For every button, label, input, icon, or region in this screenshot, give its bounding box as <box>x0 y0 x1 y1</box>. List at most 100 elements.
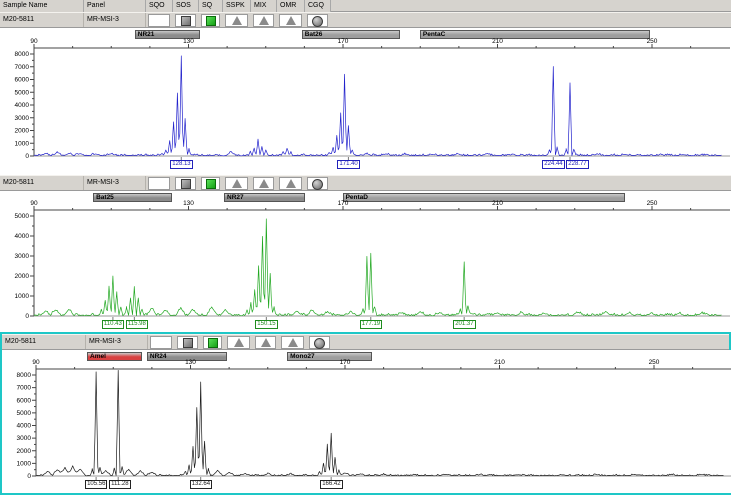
panel-cell[interactable]: MR-MSI-3 <box>86 335 148 349</box>
flag-omr[interactable] <box>279 14 302 27</box>
column-header-panel[interactable]: Panel <box>84 0 146 12</box>
svg-text:90: 90 <box>32 359 40 366</box>
sample-rows-container: M20-5811 MR-MSI-3 NR21 Bat26 PentaC 90 130 17… <box>0 12 731 495</box>
svg-text:2000: 2000 <box>15 273 30 280</box>
flag-mix[interactable] <box>255 336 276 349</box>
sos-flag-icon <box>182 338 193 348</box>
panel-cell[interactable]: MR-MSI-3 <box>84 13 146 27</box>
peak-size-label[interactable]: 111.28 <box>109 480 131 489</box>
flag-sos[interactable] <box>175 177 196 190</box>
peak-size-label[interactable]: 128.13 <box>170 160 193 169</box>
sample-name-cell[interactable]: M20-5811 <box>0 13 84 27</box>
column-header-omr[interactable]: OMR <box>277 0 305 12</box>
sample-name-cell[interactable]: M20-5811 <box>0 176 84 190</box>
column-header-mix[interactable]: MIX <box>251 0 277 12</box>
svg-text:3000: 3000 <box>15 253 30 260</box>
column-header-cgq[interactable]: CGQ <box>305 0 331 12</box>
peak-size-label[interactable]: 224.44 <box>542 160 565 169</box>
flag-sspk[interactable] <box>225 14 248 27</box>
sample-name-cell[interactable]: M20-5811 <box>2 335 86 349</box>
svg-text:0: 0 <box>25 153 29 160</box>
flag-sos[interactable] <box>177 336 198 349</box>
flag-sqo[interactable] <box>148 14 170 27</box>
flag-sq[interactable] <box>201 177 220 190</box>
flag-sq[interactable] <box>201 14 220 27</box>
flag-mix[interactable] <box>253 14 274 27</box>
panel-name: MR-MSI-3 <box>87 179 119 186</box>
flag-sspk[interactable] <box>227 336 250 349</box>
svg-text:130: 130 <box>183 38 194 45</box>
cgq-flag-icon <box>312 16 323 27</box>
svg-text:130: 130 <box>183 200 194 207</box>
svg-text:0: 0 <box>27 473 31 480</box>
sample-row[interactable]: M20-5811 MR-MSI-3 <box>0 12 731 28</box>
svg-text:250: 250 <box>649 359 660 366</box>
sample-name: M20-5811 <box>3 16 35 23</box>
svg-text:8000: 8000 <box>15 51 30 58</box>
svg-text:5000: 5000 <box>15 213 30 220</box>
flag-sqo[interactable] <box>148 177 170 190</box>
flag-sspk[interactable] <box>225 177 248 190</box>
flag-omr[interactable] <box>279 177 302 190</box>
peak-size-label[interactable]: 171.40 <box>337 160 360 169</box>
flag-omr[interactable] <box>281 336 304 349</box>
peak-size-label[interactable]: 201.37 <box>453 320 476 329</box>
svg-text:90: 90 <box>30 200 38 207</box>
svg-text:90: 90 <box>30 38 38 45</box>
svg-text:8000: 8000 <box>17 372 32 379</box>
peak-size-label[interactable]: 228.77 <box>566 160 589 169</box>
column-header-sample-name[interactable]: Sample Name <box>0 0 84 12</box>
svg-text:5000: 5000 <box>17 410 32 417</box>
sos-flag-icon <box>180 179 191 189</box>
flag-cgq[interactable] <box>307 177 328 190</box>
mix-flag-icon <box>260 338 271 347</box>
flag-sqo[interactable] <box>150 336 172 349</box>
svg-text:1000: 1000 <box>17 460 32 467</box>
sample-row[interactable]: M20-5811 MR-MSI-3 <box>0 175 731 191</box>
sq-flag-icon <box>205 179 216 189</box>
panel-name: MR-MSI-3 <box>89 338 121 345</box>
flag-cgq[interactable] <box>309 336 330 349</box>
flag-cgq[interactable] <box>307 14 328 27</box>
sample-row[interactable]: M20-5811 MR-MSI-3 <box>2 334 729 350</box>
svg-text:5000: 5000 <box>15 89 30 96</box>
flag-sos[interactable] <box>175 14 196 27</box>
peak-size-label[interactable]: 166.42 <box>320 480 343 489</box>
svg-text:130: 130 <box>185 359 196 366</box>
column-header-sq[interactable]: SQ <box>199 0 223 12</box>
svg-text:2000: 2000 <box>17 448 32 455</box>
peak-size-label[interactable]: 115.98 <box>125 320 148 329</box>
column-header-sos[interactable]: SOS <box>173 0 199 12</box>
svg-text:170: 170 <box>338 200 349 207</box>
peak-size-label[interactable]: 110.43 <box>101 320 124 329</box>
flag-sq[interactable] <box>203 336 222 349</box>
peak-size-label[interactable]: 132.64 <box>189 480 213 489</box>
omr-flag-icon <box>287 338 298 347</box>
svg-text:1000: 1000 <box>15 293 30 300</box>
electropherogram[interactable]: Bat25 NR27 PentaD 90 130 170 210 250 0 1000 2000 30… <box>0 191 731 332</box>
mix-flag-icon <box>258 16 269 25</box>
peak-size-label[interactable]: 177.19 <box>359 320 383 329</box>
column-header-sspk[interactable]: SSPK <box>223 0 251 12</box>
svg-text:210: 210 <box>494 359 505 366</box>
peak-size-label[interactable]: 150.15 <box>255 320 278 329</box>
sq-flag-icon <box>205 16 216 26</box>
mix-flag-icon <box>258 179 269 188</box>
sspk-flag-icon <box>231 16 242 25</box>
svg-text:250: 250 <box>647 200 658 207</box>
flag-mix[interactable] <box>253 177 274 190</box>
svg-text:4000: 4000 <box>15 102 30 109</box>
column-header-sqo[interactable]: SQO <box>146 0 173 12</box>
omr-flag-icon <box>285 16 296 25</box>
electropherogram[interactable]: Amel NR24 Mono27 90 130 170 210 250 0 1000 2000 300… <box>2 350 731 493</box>
sample-name: M20-5811 <box>5 338 37 345</box>
panel-cell[interactable]: MR-MSI-3 <box>84 176 146 190</box>
electropherogram[interactable]: NR21 Bat26 PentaC 90 130 170 210 250 0 1000 2000 30… <box>0 28 731 175</box>
svg-text:2000: 2000 <box>15 128 30 135</box>
sample-name: M20-5811 <box>3 179 35 186</box>
svg-text:250: 250 <box>647 38 658 45</box>
svg-text:170: 170 <box>340 359 351 366</box>
trace-plot: 90 130 170 210 250 0 1000 2000 3000 4000 5000 6000 7… <box>17 359 731 480</box>
sample-block: M20-5811 MR-MSI-3 Bat25 NR27 PentaD 90 130 17… <box>0 175 731 332</box>
peak-size-label[interactable]: 105.56 <box>85 480 108 489</box>
